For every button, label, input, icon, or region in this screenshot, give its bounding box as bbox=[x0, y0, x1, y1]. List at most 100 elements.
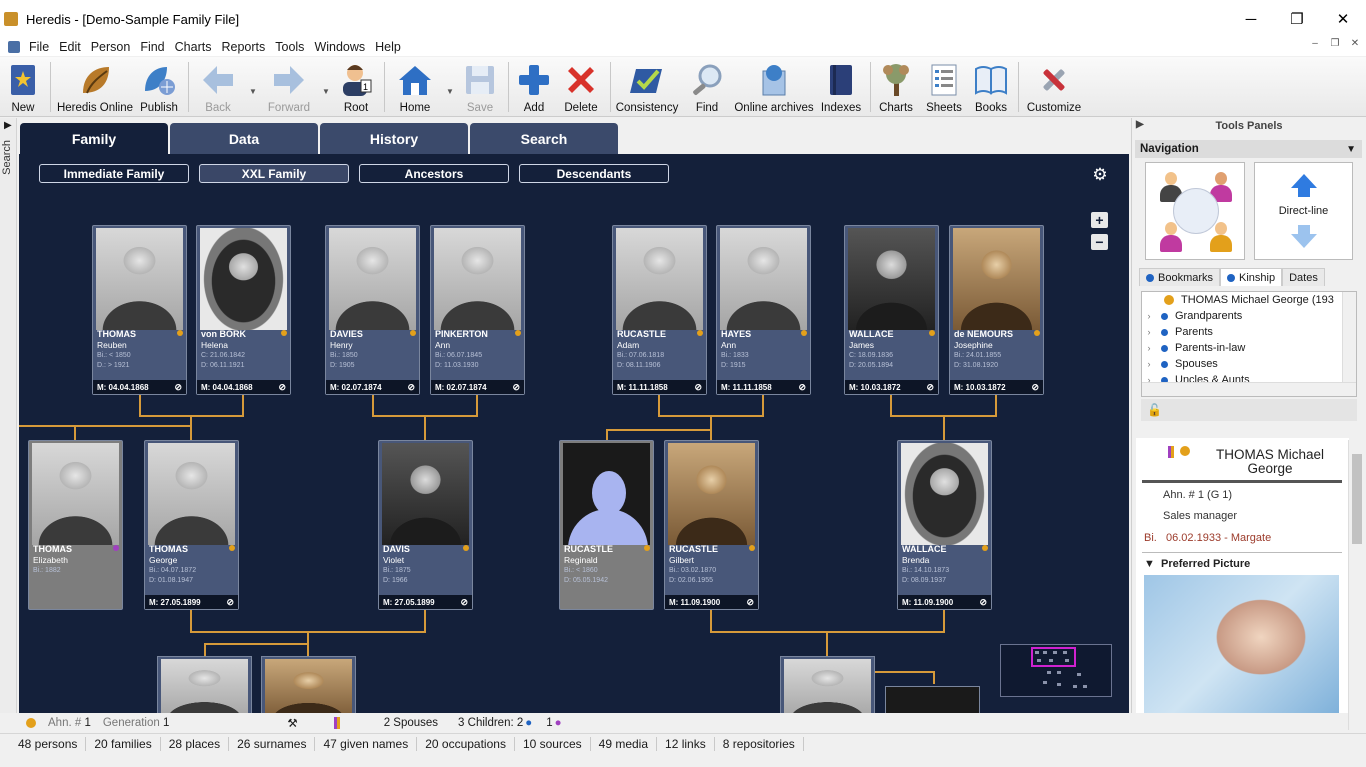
marriage-footer[interactable]: M: 02.07.1874 ⊘ bbox=[326, 380, 419, 394]
menu-find[interactable]: Find bbox=[135, 40, 169, 54]
kinship-root[interactable]: THOMAS Michael George (193 bbox=[1142, 292, 1356, 308]
preferred-picture-header[interactable]: ▼ Preferred Picture bbox=[1144, 558, 1250, 570]
menu-file[interactable]: File bbox=[24, 40, 54, 54]
hammer-icon[interactable]: ⚒ bbox=[287, 716, 297, 730]
tab-history[interactable]: History bbox=[320, 123, 468, 154]
tab-family[interactable]: Family bbox=[20, 123, 168, 154]
tree-minimap[interactable] bbox=[1000, 644, 1112, 697]
add-button[interactable]: Add bbox=[516, 57, 552, 117]
marriage-footer[interactable]: M: 04.04.1868 ⊘ bbox=[197, 380, 290, 394]
marriage-footer[interactable]: M: 11.11.1858 ⊘ bbox=[717, 380, 810, 394]
root-button[interactable]: 1 Root bbox=[336, 57, 376, 117]
person-card[interactable]: THOMAS Reuben Bi.: < 1850 D.: > 1921 M: 04.0… bbox=[92, 225, 187, 395]
person-card[interactable]: WALLACE Brenda Bi.: 14.10.1873 D: 08.09.193… bbox=[897, 440, 992, 610]
delete-button[interactable]: Delete bbox=[562, 57, 600, 117]
menu-edit[interactable]: Edit bbox=[54, 40, 86, 54]
direct-line-up-icon[interactable] bbox=[1290, 174, 1317, 188]
marriage-footer[interactable]: M: 27.05.1899 ⊘ bbox=[379, 595, 472, 609]
rings-icon[interactable]: ⊘ bbox=[460, 597, 468, 608]
marriage-footer[interactable]: M: 11.09.1900 ⊘ bbox=[898, 595, 991, 609]
mdi-restore-icon[interactable]: ❐ bbox=[1328, 38, 1342, 49]
marriage-footer[interactable]: M: 10.03.1872 ⊘ bbox=[845, 380, 938, 394]
mdi-minimize-icon[interactable]: – bbox=[1308, 38, 1322, 49]
menu-windows[interactable]: Windows bbox=[309, 40, 370, 54]
person-card[interactable]: THOMAS Elizabeth Bi.: 1882 bbox=[28, 440, 123, 610]
direct-line-down-icon[interactable] bbox=[1290, 234, 1317, 248]
online-archives-button[interactable]: Online archives bbox=[734, 57, 814, 117]
sheets-button[interactable]: Sheets bbox=[924, 57, 964, 117]
minimize-button[interactable]: ─ bbox=[1228, 0, 1274, 38]
rings-icon[interactable]: ⊘ bbox=[746, 597, 754, 608]
marriage-footer[interactable]: M: 02.07.1874 ⊘ bbox=[431, 380, 524, 394]
find-button[interactable]: Find bbox=[690, 57, 724, 117]
person-card[interactable]: RUCASTLE Adam Bi.: 07.06.1818 D: 08.11.1906… bbox=[612, 225, 707, 395]
forward-button[interactable]: Forward bbox=[264, 57, 314, 117]
person-card[interactable]: THOMAS George Bi.: 04.07.1872 D: 01.08.1947… bbox=[144, 440, 239, 610]
marriage-footer[interactable]: M: 11.09.1900 ⊘ bbox=[665, 595, 758, 609]
tab-dates[interactable]: Dates bbox=[1282, 268, 1325, 286]
descendant-card-partial[interactable] bbox=[780, 656, 875, 713]
rings-icon[interactable]: ⊘ bbox=[174, 382, 182, 393]
home-dropdown-icon[interactable]: ▼ bbox=[446, 87, 454, 96]
marriage-footer[interactable]: M: 10.03.1872 ⊘ bbox=[950, 380, 1043, 394]
forward-dropdown-icon[interactable]: ▼ bbox=[322, 87, 330, 96]
rings-icon[interactable]: ⊘ bbox=[798, 382, 806, 393]
lock-icon[interactable]: 🔓 bbox=[1147, 403, 1162, 417]
save-button[interactable]: Save bbox=[462, 57, 498, 117]
maximize-button[interactable]: ❐ bbox=[1274, 0, 1320, 38]
books-button[interactable]: Books bbox=[970, 57, 1012, 117]
indexes-button[interactable]: Indexes bbox=[820, 57, 862, 117]
rings-icon[interactable]: ⊘ bbox=[512, 382, 520, 393]
new-button[interactable]: New bbox=[4, 57, 42, 117]
person-card[interactable]: WALLACE James C: 18.09.1836 D: 20.05.1894 M:… bbox=[844, 225, 939, 395]
expand-arrow-icon[interactable]: ▶ bbox=[4, 120, 12, 131]
person-card[interactable]: DAVIS Violet Bi.: 1875 D: 1966 M: 27.05.1899… bbox=[378, 440, 473, 610]
rings-icon[interactable]: ⊘ bbox=[926, 382, 934, 393]
publish-button[interactable]: Publish bbox=[138, 57, 180, 117]
family-group-icon[interactable] bbox=[1173, 188, 1219, 234]
marriage-footer[interactable]: M: 27.05.1899 ⊘ bbox=[145, 595, 238, 609]
direct-line-navigator[interactable]: Direct-line bbox=[1254, 162, 1353, 260]
person-card[interactable]: PINKERTON Ann Bi.: 06.07.1845 D: 11.03.1930… bbox=[430, 225, 525, 395]
person-card[interactable]: RUCASTLE Gilbert Bi.: 03.02.1870 D: 02.06.1… bbox=[664, 440, 759, 610]
person-card[interactable]: HAYES Ann Bi.: 1833 D: 1915 M: 11.11.1858 ⊘ bbox=[716, 225, 811, 395]
rings-icon[interactable]: ⊘ bbox=[226, 597, 234, 608]
marriage-footer[interactable]: M: 04.04.1868 ⊘ bbox=[93, 380, 186, 394]
kinship-item[interactable]: › Grandparents bbox=[1142, 308, 1356, 324]
kinship-item[interactable]: › Parents-in-law bbox=[1142, 340, 1356, 356]
tab-search[interactable]: Search bbox=[470, 123, 618, 154]
menu-reports[interactable]: Reports bbox=[216, 40, 270, 54]
tab-kinship[interactable]: Kinship bbox=[1220, 268, 1283, 286]
charts-button[interactable]: Charts bbox=[876, 57, 916, 117]
minimap-viewport[interactable] bbox=[1031, 647, 1076, 667]
customize-button[interactable]: Customize bbox=[1024, 57, 1084, 117]
tab-data[interactable]: Data bbox=[170, 123, 318, 154]
descendant-card-partial[interactable] bbox=[157, 656, 252, 713]
rings-icon[interactable]: ⊘ bbox=[407, 382, 415, 393]
kinship-item[interactable]: › Spouses bbox=[1142, 356, 1356, 372]
person-card[interactable]: de NEMOURS Josephine Bi.: 24.01.1855 D: 31.… bbox=[949, 225, 1044, 395]
rings-icon[interactable]: ⊘ bbox=[1031, 382, 1039, 393]
menu-help[interactable]: Help bbox=[370, 40, 406, 54]
search-side-panel[interactable]: ▶ Search bbox=[0, 118, 17, 713]
menu-person[interactable]: Person bbox=[86, 40, 136, 54]
tab-bookmarks[interactable]: Bookmarks bbox=[1139, 268, 1221, 286]
document-icon[interactable] bbox=[8, 41, 20, 53]
kinship-item[interactable]: › Parents bbox=[1142, 324, 1356, 340]
navigation-header[interactable]: Navigation ▼ bbox=[1135, 140, 1362, 158]
mdi-close-icon[interactable]: ✕ bbox=[1348, 38, 1362, 49]
descendant-card-partial[interactable] bbox=[261, 656, 356, 713]
close-button[interactable]: ✕ bbox=[1320, 0, 1366, 38]
marriage-footer[interactable]: M: 11.11.1858 ⊘ bbox=[613, 380, 706, 394]
consistency-button[interactable]: Consistency bbox=[616, 57, 678, 117]
kinship-tree[interactable]: THOMAS Michael George (193 › Grandparents… bbox=[1141, 291, 1357, 397]
menu-tools[interactable]: Tools bbox=[270, 40, 309, 54]
family-tree-canvas[interactable]: Immediate Family XXL Family Ancestors De… bbox=[19, 154, 1129, 713]
heredis-online-button[interactable]: Heredis Online bbox=[56, 57, 134, 117]
back-button[interactable]: Back bbox=[196, 57, 240, 117]
person-card[interactable]: DAVIES Henry Bi.: 1850 D: 1905 M: 02.07.1874… bbox=[325, 225, 420, 395]
preferred-picture[interactable] bbox=[1144, 575, 1339, 713]
kinship-hscrollbar[interactable] bbox=[1142, 382, 1356, 396]
chevron-down-icon[interactable]: ▼ bbox=[1346, 144, 1356, 155]
kinship-vscrollbar[interactable] bbox=[1342, 292, 1356, 382]
